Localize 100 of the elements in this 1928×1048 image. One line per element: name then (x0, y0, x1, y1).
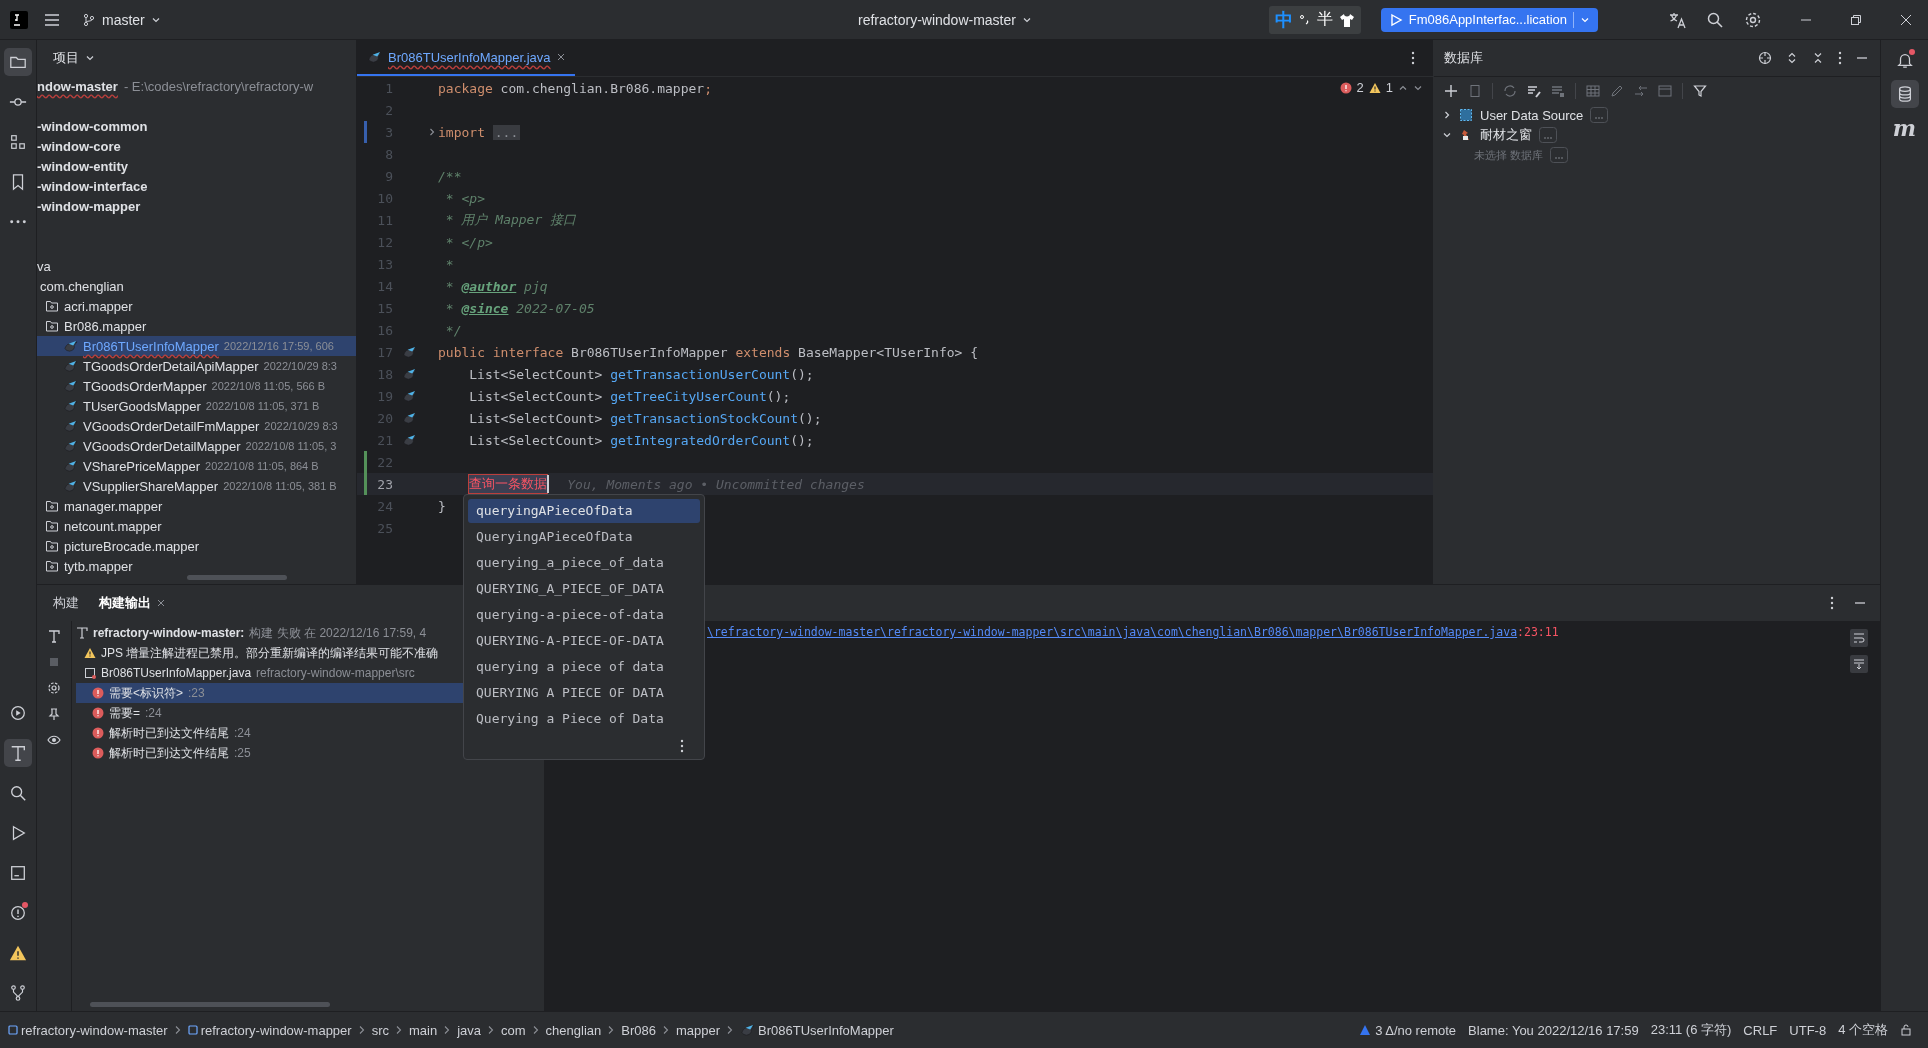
eye-icon[interactable] (47, 733, 61, 747)
tree-row[interactable]: com.chenglian (37, 276, 356, 296)
breadcrumb[interactable]: java (457, 1022, 482, 1038)
tree-row[interactable]: pictureBrocade.mapper (37, 536, 356, 556)
tree-item[interactable]: User Data Source (1480, 107, 1584, 123)
completion-item[interactable]: Querying a Piece of Data (468, 707, 700, 731)
translate-icon[interactable] (1668, 10, 1686, 29)
completion-item[interactable]: queryingAPieceOfData (468, 499, 700, 523)
breadcrumb[interactable]: refractory-window-mapper (187, 1022, 352, 1038)
breadcrumb[interactable]: Br086TUserInfoMapper (740, 1022, 894, 1038)
tree-row[interactable]: Br086TUserInfoMapper 2022/12/16 17:59, 606 (37, 336, 356, 356)
breadcrumb[interactable]: chenglian (545, 1022, 602, 1038)
close-icon[interactable] (556, 53, 565, 61)
scrollbar[interactable] (187, 575, 287, 580)
breadcrumb[interactable]: main (409, 1022, 438, 1038)
settings-icon[interactable] (47, 681, 61, 695)
close-icon[interactable] (157, 599, 165, 607)
pencil-icon[interactable] (1610, 84, 1624, 98)
more-icon[interactable] (1838, 51, 1842, 65)
warning-count[interactable]: 1 (1385, 80, 1393, 95)
warning-icon[interactable] (1368, 81, 1381, 94)
project-selector[interactable]: refractory-window-master (852, 7, 1038, 32)
lock-icon[interactable] (1900, 1024, 1912, 1036)
chevron-right-icon[interactable] (1442, 110, 1452, 120)
shirt-icon[interactable] (1338, 11, 1355, 28)
settings-icon[interactable] (1744, 10, 1762, 29)
more-icon[interactable] (680, 739, 684, 753)
scrollbar[interactable] (90, 1002, 330, 1007)
completion-item[interactable]: QueryingAPieceOfData (468, 525, 700, 549)
tree-row[interactable]: VGoodsOrderDetailMapper 2022/10/8 11:05, 3 (37, 436, 356, 456)
error-count[interactable]: 2 (1356, 80, 1364, 95)
file-encoding[interactable]: UTF-8 (1789, 1022, 1827, 1038)
tree-row[interactable]: TGoodsOrderMapper 2022/10/8 11:05, 566 B (37, 376, 356, 396)
completion-item[interactable]: querying-a-piece-of-data (468, 603, 700, 627)
indent-setting[interactable]: 4 个空格 (1838, 1021, 1888, 1039)
target-icon[interactable] (1758, 51, 1772, 65)
filter-icon[interactable] (1693, 84, 1707, 98)
caret-position[interactable]: 23:11 (6 字符) (1650, 1021, 1732, 1039)
table-icon[interactable] (1586, 84, 1600, 98)
completion-item[interactable]: querying_a_piece_of_data (468, 551, 700, 575)
tool-window-button[interactable]: m (1890, 114, 1919, 142)
breadcrumb[interactable]: src (371, 1022, 389, 1038)
tree-item[interactable]: ndow-master (37, 78, 118, 94)
editor-tab[interactable]: Br086TUserInfoMapper.java (357, 40, 575, 76)
panel-title[interactable]: 项目 (53, 49, 79, 67)
vcs-status[interactable]: 3 Δ/no remote (1359, 1022, 1457, 1038)
branch-selector[interactable]: master (76, 7, 167, 32)
completion-item[interactable]: querying a piece of data (468, 655, 700, 679)
copy-icon[interactable] (1468, 84, 1482, 98)
menu-icon[interactable] (44, 11, 60, 28)
blame-status[interactable]: Blame: You 2022/12/16 17:59 (1468, 1022, 1639, 1038)
run-configuration[interactable]: Fm086AppInterfac...lication (1380, 7, 1598, 32)
tree-row[interactable]: VSharePriceMapper 2022/10/8 11:05, 864 B (37, 456, 356, 476)
ime-width-indicator[interactable]: 半 (1316, 9, 1333, 30)
restore-icon[interactable] (1850, 13, 1862, 26)
tree-row[interactable]: manager.mapper (37, 496, 356, 516)
tree-row[interactable]: va (37, 256, 356, 276)
tree-item[interactable]: 耐材之窗 (1480, 126, 1532, 144)
completion-item[interactable]: QUERYING_A_PIECE_OF_DATA (468, 577, 700, 601)
add-icon[interactable] (1444, 84, 1458, 98)
completion-item[interactable]: QUERYING-A-PIECE-OF-DATA (468, 629, 700, 653)
tree-row[interactable]: tytb.mapper (37, 556, 356, 576)
tree-item[interactable]: -window-mapper (37, 198, 141, 214)
refresh-icon[interactable] (1503, 84, 1517, 98)
tool-window-button[interactable] (4, 739, 32, 767)
tree-row[interactable]: netcount.mapper (37, 516, 356, 536)
expand-icon[interactable] (1786, 52, 1798, 64)
pin-icon[interactable] (47, 707, 61, 721)
build-message[interactable]: 解析时已到达文件结尾 :25 (76, 743, 544, 763)
close-icon[interactable] (1900, 13, 1912, 26)
breadcrumb[interactable]: com (501, 1022, 526, 1038)
breadcrumb[interactable]: mapper (675, 1022, 721, 1038)
tree-item[interactable]: -window-common (37, 118, 148, 134)
tree-row[interactable]: acri.mapper (37, 296, 356, 316)
arrows-icon[interactable] (1634, 84, 1648, 98)
line-separator[interactable]: CRLF (1743, 1022, 1778, 1038)
more-icon[interactable] (1830, 596, 1834, 610)
tree-row[interactable]: VSupplierShareMapper 2022/10/8 11:05, 381 B (37, 476, 356, 496)
tree-item[interactable]: -window-interface (37, 178, 148, 194)
tree-row[interactable]: Br086.mapper (37, 316, 356, 336)
tree-row[interactable]: TUserGoodsMapper 2022/10/8 11:05, 371 B (37, 396, 356, 416)
collapse-icon[interactable] (1812, 52, 1824, 64)
tree-item[interactable]: -window-entity (37, 158, 128, 174)
error-icon[interactable] (1339, 81, 1352, 94)
breadcrumb[interactable]: Br086 (621, 1022, 656, 1038)
tool-window-button[interactable] (4, 48, 32, 76)
chevron-down-icon[interactable] (1442, 130, 1452, 140)
scroll-to-end-icon[interactable] (1850, 655, 1868, 673)
database-settings-icon[interactable] (1527, 84, 1541, 98)
wrap-icon[interactable] (1850, 629, 1868, 647)
breadcrumb[interactable]: refractory-window-master (8, 1022, 168, 1038)
tree-row[interactable]: VGoodsOrderDetailFmMapper 2022/10/29 8:3 (37, 416, 356, 436)
search-icon[interactable] (1706, 10, 1724, 29)
hammer-icon[interactable] (47, 629, 61, 643)
punctuation-icon[interactable] (1298, 13, 1311, 26)
database-icon[interactable] (1551, 84, 1565, 98)
tree-item[interactable]: -window-core (37, 138, 121, 154)
chevron-down-icon[interactable] (85, 53, 95, 63)
panel-tab[interactable]: 构建 (45, 585, 87, 621)
tool-window-button[interactable] (1890, 80, 1919, 108)
